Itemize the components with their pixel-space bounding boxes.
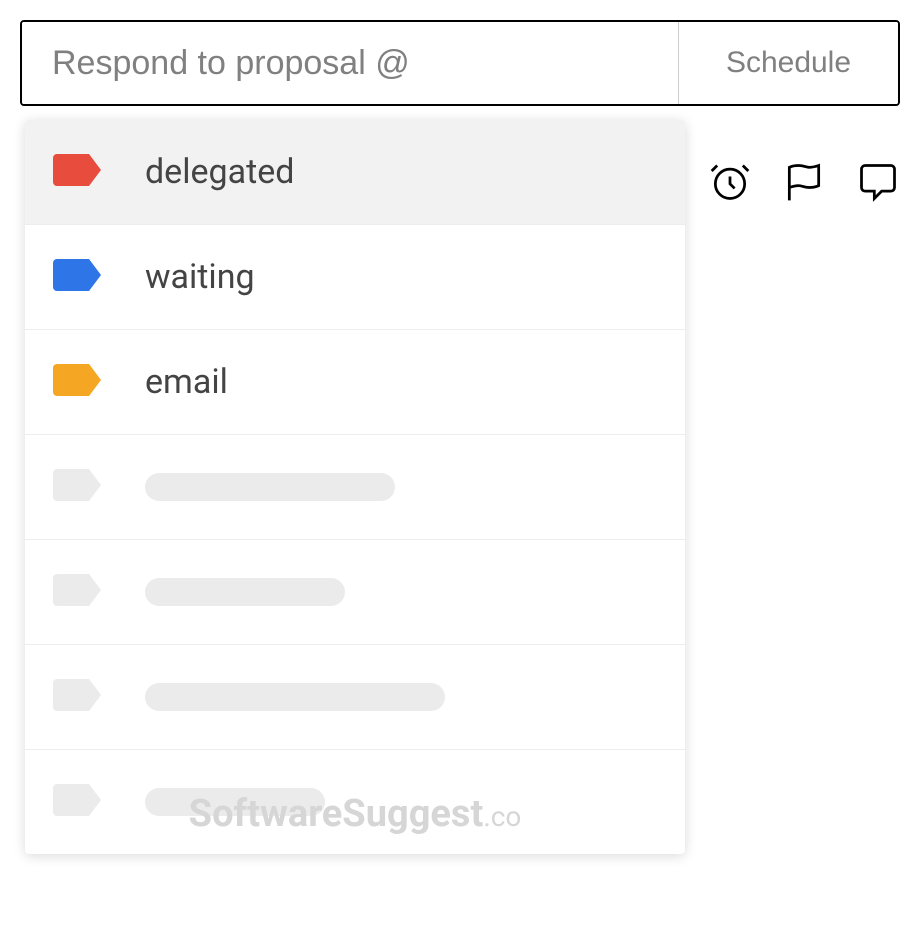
tag-option-email[interactable]: email [25, 330, 685, 435]
placeholder-text [145, 683, 445, 711]
tag-icon-placeholder [53, 465, 105, 509]
flag-icon[interactable] [782, 160, 826, 204]
tag-option-placeholder [25, 435, 685, 540]
tag-label: waiting [145, 257, 255, 297]
tag-label: email [145, 362, 228, 402]
tag-icon-placeholder [53, 675, 105, 719]
task-input[interactable] [22, 22, 678, 104]
tag-option-delegated[interactable]: delegated [25, 120, 685, 225]
tag-option-placeholder [25, 645, 685, 750]
tag-option-placeholder [25, 540, 685, 645]
tag-option-waiting[interactable]: waiting [25, 225, 685, 330]
reminder-icon[interactable] [708, 160, 752, 204]
schedule-button[interactable]: Schedule [678, 22, 898, 104]
placeholder-text [145, 578, 345, 606]
tag-option-placeholder [25, 750, 685, 854]
action-icons-row [708, 160, 900, 204]
tag-icon-placeholder [53, 570, 105, 614]
tag-icon [53, 255, 105, 299]
tag-icon-placeholder [53, 780, 105, 824]
placeholder-text [145, 788, 325, 816]
tag-icon [53, 360, 105, 404]
comment-icon[interactable] [856, 160, 900, 204]
tag-dropdown: delegated waiting email SoftwareSuggest.… [25, 120, 685, 854]
tag-icon [53, 150, 105, 194]
placeholder-text [145, 473, 395, 501]
tag-label: delegated [145, 152, 294, 192]
task-input-row: Schedule [20, 20, 900, 106]
